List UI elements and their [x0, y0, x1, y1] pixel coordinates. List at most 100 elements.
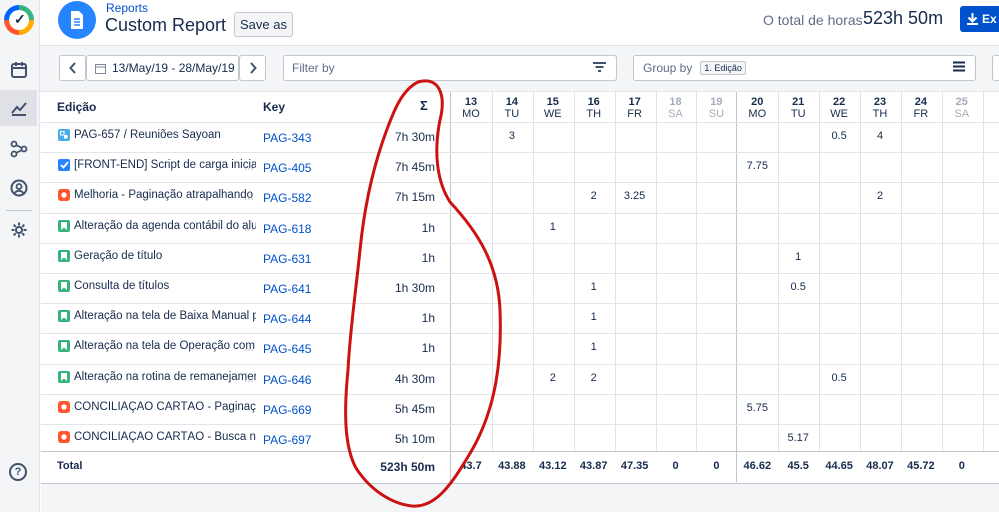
day-of-week: TU [504, 108, 520, 120]
table-row[interactable]: CONCILIAÇÃO CARTÃO - Paginaç... PAG-669 5h… [41, 394, 999, 424]
day-hours-cell[interactable]: 2 [860, 190, 900, 202]
issue-summary[interactable]: Consulta de títulos [74, 280, 256, 292]
day-hours-cell[interactable]: 0.5 [819, 372, 859, 384]
group-by-select[interactable]: Group by 1. Edição [633, 55, 976, 81]
issue-key-link[interactable]: PAG-641 [263, 282, 311, 296]
issue-summary[interactable]: Alteração da agenda contábil do aluno [74, 220, 256, 232]
export-button[interactable]: Ex [960, 6, 999, 32]
next-period-button[interactable] [239, 55, 266, 81]
table-row[interactable]: Consulta de títulos PAG-641 1h 30m 1 0.5 [41, 273, 999, 303]
day-hours-cell[interactable]: 1 [574, 341, 614, 353]
issue-summary[interactable]: Alteração na tela de Baixa Manual p... [74, 310, 256, 322]
day-total-cell: 45.5 [787, 460, 809, 472]
column-header-sum[interactable]: Σ [420, 98, 428, 113]
day-header: 25 SA [942, 96, 982, 120]
day-header: 2S [983, 96, 999, 120]
table-row[interactable]: Alteração na tela de Baixa Manual p... PA… [41, 303, 999, 333]
issue-summary[interactable]: Alteração na tela de Operação com [74, 340, 256, 352]
day-hours-cell[interactable]: 5.17 [778, 432, 818, 444]
table-row[interactable]: [FRONT-END] Script de carga inicial ⋯ PAG-… [41, 152, 999, 182]
day-hours-cell[interactable]: 0.5 [819, 130, 859, 142]
gear-icon[interactable] [0, 212, 37, 248]
story-icon [58, 340, 70, 352]
more-dots[interactable]: ⋯ [244, 225, 254, 236]
day-hours-cell[interactable]: 1 [574, 311, 614, 323]
day-hours-cell[interactable]: 1 [778, 251, 818, 263]
issue-summary[interactable]: PAG-657 / Reuniões Sayoan [74, 129, 256, 141]
issue-summary[interactable]: Melhoria - Paginação atrapalhando [74, 189, 256, 201]
day-total-cell: 0 [713, 460, 720, 472]
day-number: 23 [873, 96, 887, 108]
app-logo-icon[interactable]: ✓ [4, 5, 34, 35]
issue-summary[interactable]: [FRONT-END] Script de carga inicial [74, 159, 256, 171]
group-by-label: Group by [643, 61, 693, 75]
task-icon [58, 159, 70, 171]
options-button[interactable] [992, 55, 999, 81]
filter-input[interactable]: Filter by [283, 55, 617, 81]
issue-key-link[interactable]: PAG-631 [263, 252, 311, 266]
day-hours-cell[interactable]: 2 [574, 372, 614, 384]
day-of-week: TU [790, 108, 806, 120]
more-dots[interactable]: ⋯ [244, 194, 254, 205]
table-row[interactable]: Alteração da agenda contábil do aluno ⋯ PA… [41, 213, 999, 243]
issue-key-link[interactable]: PAG-582 [263, 191, 311, 205]
previous-period-button[interactable] [59, 55, 86, 81]
issue-key-link[interactable]: PAG-405 [263, 161, 311, 175]
save-as-button[interactable]: Save as [234, 12, 293, 37]
day-of-week: FR [627, 108, 642, 120]
issue-key-link[interactable]: PAG-669 [263, 403, 311, 417]
issue-key-link[interactable]: PAG-697 [263, 433, 311, 447]
day-hours-cell[interactable]: 5.75 [737, 402, 777, 414]
table-row[interactable]: Melhoria - Paginação atrapalhando ⋯ PAG-58… [41, 182, 999, 212]
date-range-value: 13/May/19 - 28/May/19 [112, 61, 235, 75]
day-number: 25 [955, 96, 968, 108]
filter-icon[interactable] [593, 61, 606, 73]
day-hours-cell[interactable]: 1 [574, 281, 614, 293]
day-hours-cell[interactable]: 7.75 [737, 160, 777, 172]
calendar-small-icon [95, 63, 106, 74]
day-hours-cell[interactable]: 2 [574, 190, 614, 202]
date-range-picker[interactable]: 13/May/19 - 28/May/19 [86, 55, 239, 81]
issue-key-link[interactable]: PAG-618 [263, 222, 311, 236]
group-by-tag[interactable]: 1. Edição [700, 61, 746, 75]
table-row[interactable]: CONCILIAÇÃO CARTÃO - Busca n... PAG-697 5h… [41, 424, 999, 454]
day-of-week: TH [872, 108, 888, 120]
day-hours-cell[interactable]: 2 [533, 372, 573, 384]
issue-summary[interactable]: Geração de título [74, 250, 256, 262]
help-icon[interactable]: ? [9, 463, 27, 481]
issue-key-link[interactable]: PAG-343 [263, 131, 311, 145]
calendar-icon[interactable] [0, 52, 37, 88]
day-hours-cell[interactable]: 3 [492, 130, 532, 142]
day-total-cell: 43.12 [539, 460, 567, 472]
table-row[interactable]: PAG-657 / Reuniões Sayoan PAG-343 7h 30m 3 0… [41, 122, 999, 152]
issue-summary[interactable]: CONCILIAÇÃO CARTÃO - Paginaç... [74, 401, 256, 413]
column-header-key[interactable]: Key [263, 100, 285, 114]
day-of-week: SA [954, 108, 970, 120]
day-hours-cell[interactable]: 4 [860, 130, 900, 142]
more-dots[interactable]: ⋯ [244, 345, 254, 356]
column-header-summary[interactable]: Edição [57, 100, 96, 114]
day-hours-cell[interactable]: 3.25 [615, 190, 655, 202]
issue-summary[interactable]: CONCILIAÇÃO CARTÃO - Busca n... [74, 431, 256, 443]
issue-key-link[interactable]: PAG-644 [263, 312, 311, 326]
user-icon[interactable] [0, 170, 37, 206]
total-sum: 523h 50m [380, 460, 435, 474]
table-row[interactable]: Geração de título PAG-631 1h 1 [41, 243, 999, 273]
day-hours-cell[interactable]: 1 [533, 221, 573, 233]
more-dots[interactable]: ⋯ [244, 376, 254, 387]
table-row[interactable]: Alteração na tela de Operação com ⋯ PAG-64… [41, 333, 999, 363]
more-dots[interactable]: ⋯ [244, 164, 254, 175]
menu-icon[interactable] [953, 61, 965, 72]
day-number: 19 [710, 96, 723, 108]
day-total-cell: 48.07 [866, 460, 894, 472]
day-total-cell: 45.72 [907, 460, 935, 472]
breadcrumb[interactable]: Reports [106, 1, 148, 15]
day-hours-cell[interactable]: 0.5 [778, 281, 818, 293]
reports-icon[interactable] [0, 90, 37, 126]
row-total-hours: 7h 45m [394, 160, 435, 174]
issue-summary[interactable]: Alteração na rotina de remanejamento [74, 371, 256, 383]
issue-key-link[interactable]: PAG-645 [263, 342, 311, 356]
table-row[interactable]: Alteração na rotina de remanejamento ⋯ PAG… [41, 364, 999, 394]
workflow-icon[interactable] [0, 131, 37, 167]
issue-key-link[interactable]: PAG-646 [263, 373, 311, 387]
